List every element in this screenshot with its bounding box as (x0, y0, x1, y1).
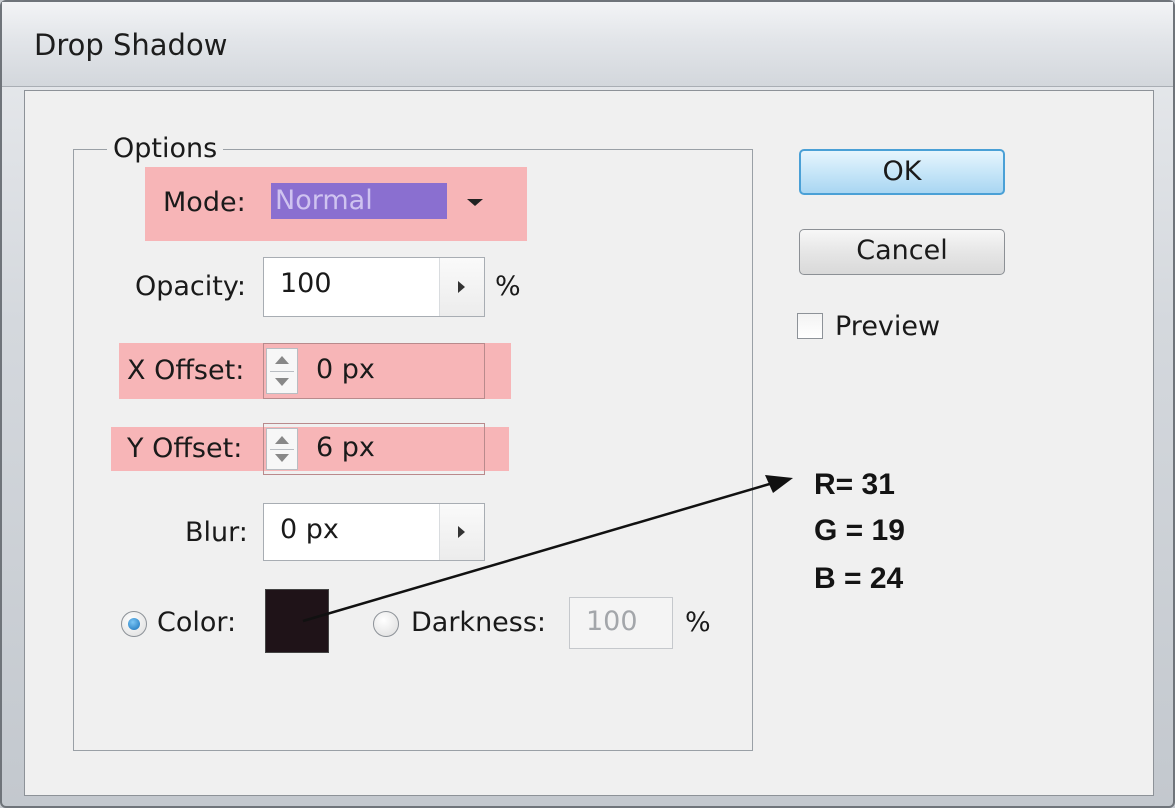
options-legend: Options (107, 133, 224, 164)
x-offset-stepper-icon[interactable] (266, 348, 298, 394)
x-offset-label: X Offset: (127, 355, 245, 386)
y-offset-value: 6 px (316, 432, 375, 463)
blur-label: Blur: (185, 517, 248, 548)
darkness-label: Darkness: (411, 607, 547, 638)
preview-checkbox[interactable] (797, 313, 823, 339)
x-offset-value: 0 px (316, 354, 375, 385)
cancel-button[interactable]: Cancel (799, 229, 1005, 275)
mode-label: Mode: (163, 187, 246, 218)
opacity-field[interactable]: 100 (263, 257, 485, 317)
annotation-b: B = 24 (814, 562, 904, 595)
color-label: Color: (157, 607, 237, 638)
blur-value: 0 px (280, 514, 339, 545)
annotation-r: R= 31 (814, 468, 895, 501)
dialog-body: Options Mode: Normal Opacity: 100 % X Of… (24, 90, 1154, 796)
blur-popup-arrow-icon[interactable] (439, 504, 484, 560)
darkness-value: 100 (586, 606, 638, 637)
opacity-unit: % (495, 271, 521, 302)
ok-button[interactable]: OK (799, 149, 1005, 195)
y-offset-field[interactable]: 6 px (263, 423, 485, 475)
chevron-down-icon[interactable] (467, 199, 483, 206)
color-swatch[interactable] (265, 589, 329, 653)
mode-select-value[interactable]: Normal (271, 183, 447, 219)
x-offset-field[interactable]: 0 px (263, 343, 485, 399)
y-offset-stepper-icon[interactable] (266, 428, 298, 470)
color-radio[interactable] (121, 611, 147, 637)
opacity-value: 100 (280, 268, 332, 299)
annotation-g: G = 19 (814, 514, 905, 547)
dialog-title: Drop Shadow (34, 28, 228, 62)
y-offset-label: Y Offset: (127, 433, 243, 464)
preview-label[interactable]: Preview (835, 311, 940, 342)
opacity-popup-arrow-icon[interactable] (439, 258, 484, 316)
darkness-field[interactable]: 100 (569, 597, 673, 649)
darkness-unit: % (685, 607, 711, 638)
blur-field[interactable]: 0 px (263, 503, 485, 561)
opacity-label: Opacity: (135, 271, 246, 302)
drop-shadow-dialog: Drop Shadow Options Mode: Normal Opacity… (0, 0, 1175, 808)
title-bar[interactable]: Drop Shadow (2, 2, 1173, 87)
darkness-radio[interactable] (373, 611, 399, 637)
